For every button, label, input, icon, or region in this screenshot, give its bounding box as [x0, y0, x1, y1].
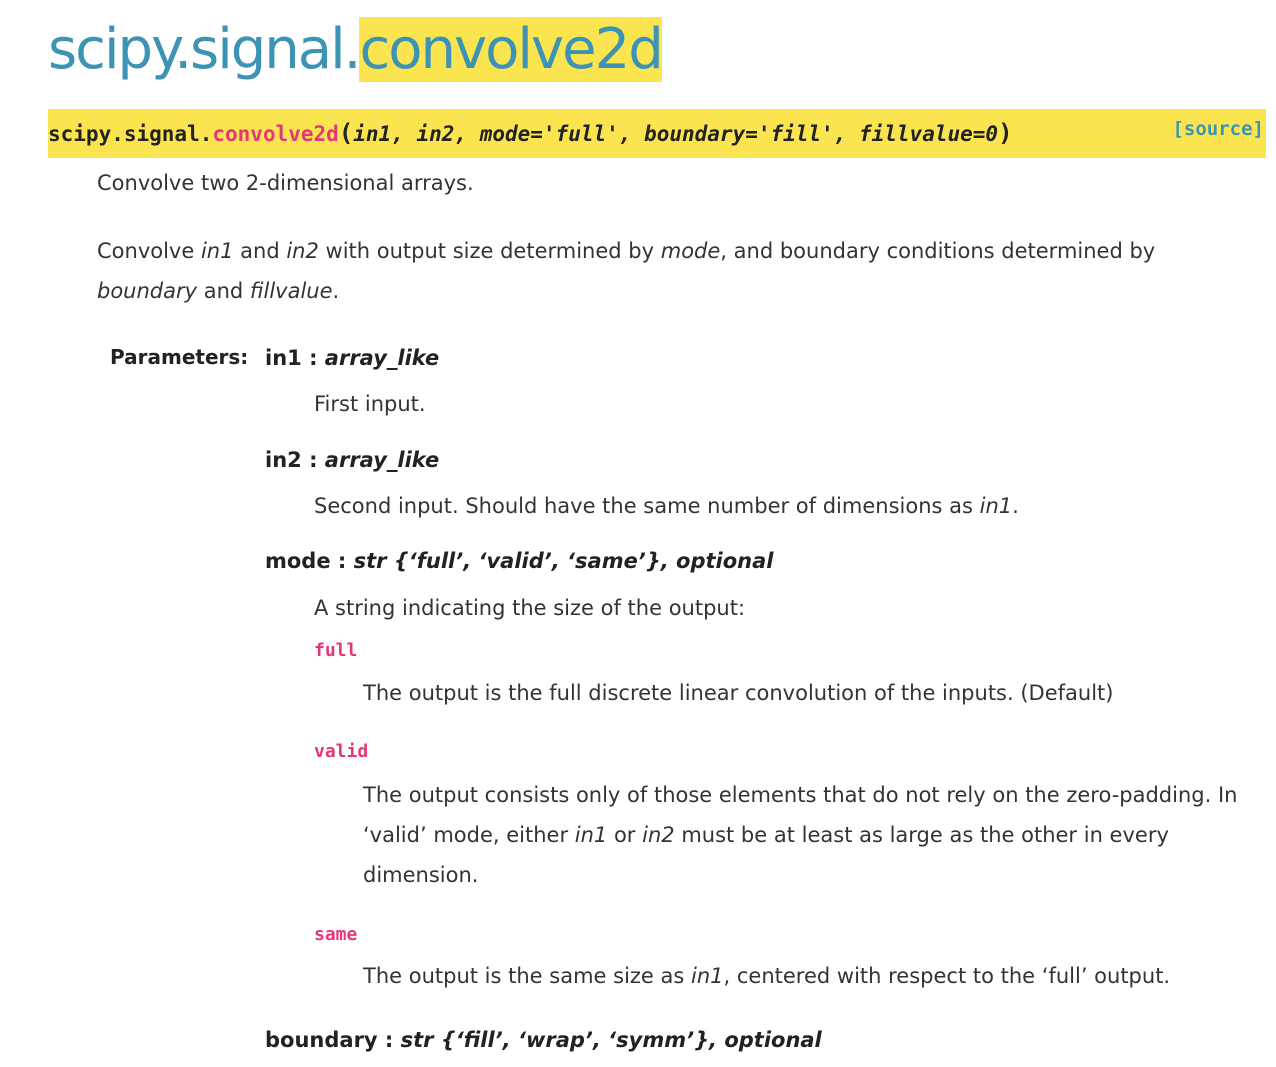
summary-text: Convolve two 2-dimensional arrays. [97, 171, 474, 195]
desc-text: Convolve [97, 239, 201, 263]
function-signature: scipy.signal.convolve2d(in1, in2, mode='… [48, 109, 1266, 158]
param-boundary: boundary : str {‘fill’, ‘wrap’, ‘symm’},… [265, 1028, 822, 1052]
signature-module: scipy.signal. [48, 122, 213, 146]
signature-close-paren: ) [998, 119, 1013, 147]
param-type: array_like [324, 346, 440, 370]
mode-option-same-desc: The output is the same size as in1, cent… [363, 964, 1170, 988]
desc-ref-fillvalue: fillvalue [249, 279, 333, 303]
param-type: array_like [324, 448, 440, 472]
mode-option-same: same [314, 924, 358, 945]
param-name: in2 [265, 448, 302, 472]
signature-function-name: convolve2d [212, 122, 339, 146]
param-in1-desc: First input. [314, 392, 426, 416]
desc-text: . [332, 279, 340, 303]
param-in1: in1 : array_like [265, 346, 439, 370]
desc-text: . [1012, 494, 1019, 518]
param-mode-desc: A string indicating the size of the outp… [314, 596, 746, 620]
param-type: str {‘full’, ‘valid’, ‘same’}, optional [353, 549, 774, 573]
title-highlight: convolve2d [359, 17, 664, 82]
desc-ref-in1: in1 [979, 494, 1013, 518]
param-mode: mode : str {‘full’, ‘valid’, ‘same’}, op… [265, 549, 773, 573]
parameters-label: Parameters: [110, 345, 249, 369]
param-separator: : [330, 549, 354, 573]
param-in2-desc: Second input. Should have the same numbe… [314, 494, 1019, 518]
desc-text: and [233, 239, 287, 263]
param-separator: : [301, 346, 325, 370]
mode-option-full: full [314, 640, 358, 661]
desc-ref-in1: in1 [574, 823, 608, 847]
mode-option-full-desc: The output is the full discrete linear c… [363, 681, 1114, 705]
title-prefix: scipy.signal. [48, 17, 361, 82]
desc-text: , and boundary conditions determined by [720, 239, 1156, 263]
desc-text: , centered with respect to the ‘full’ ou… [723, 964, 1171, 988]
desc-text: ‘valid’ mode, either [363, 823, 575, 847]
mode-option-valid: valid [314, 741, 369, 762]
page-title: scipy.signal.convolve2d [48, 10, 664, 90]
param-type: str {‘fill’, ‘wrap’, ‘symm’}, optional [400, 1028, 822, 1052]
desc-text: The output is the same size as [363, 964, 692, 988]
desc-text: must be at least as large as the other i… [674, 823, 1169, 847]
desc-ref-in1: in1 [200, 239, 234, 263]
desc-text: with output size determined by [318, 239, 661, 263]
param-name: boundary [265, 1028, 378, 1052]
desc-text: Second input. Should have the same numbe… [314, 494, 980, 518]
desc-ref-in1: in1 [691, 964, 724, 988]
param-separator: : [377, 1028, 401, 1052]
desc-text: or [607, 823, 643, 847]
desc-ref-in2: in2 [642, 823, 675, 847]
desc-ref-boundary: boundary [97, 279, 198, 303]
description-line-2: boundary and fillvalue. [97, 279, 339, 303]
param-name: mode [265, 549, 331, 573]
description-line-1: Convolve in1 and in2 with output size de… [97, 239, 1155, 263]
param-in2: in2 : array_like [265, 448, 439, 472]
signature-open-paren: ( [338, 119, 354, 147]
param-separator: : [301, 448, 325, 472]
mode-option-valid-line-2: ‘valid’ mode, either in1 or in2 must be … [363, 823, 1169, 847]
desc-ref-mode: mode [660, 239, 721, 263]
desc-text: and [197, 279, 250, 303]
mode-option-valid-line-3: dimension. [363, 863, 479, 887]
source-link[interactable]: [source] [1172, 105, 1264, 154]
mode-option-valid-line-1: The output consists only of those elemen… [363, 783, 1238, 807]
desc-ref-in2: in2 [286, 239, 319, 263]
param-name: in1 [265, 346, 302, 370]
signature-params: in1, in2, mode='full', boundary='fill', … [353, 122, 999, 146]
